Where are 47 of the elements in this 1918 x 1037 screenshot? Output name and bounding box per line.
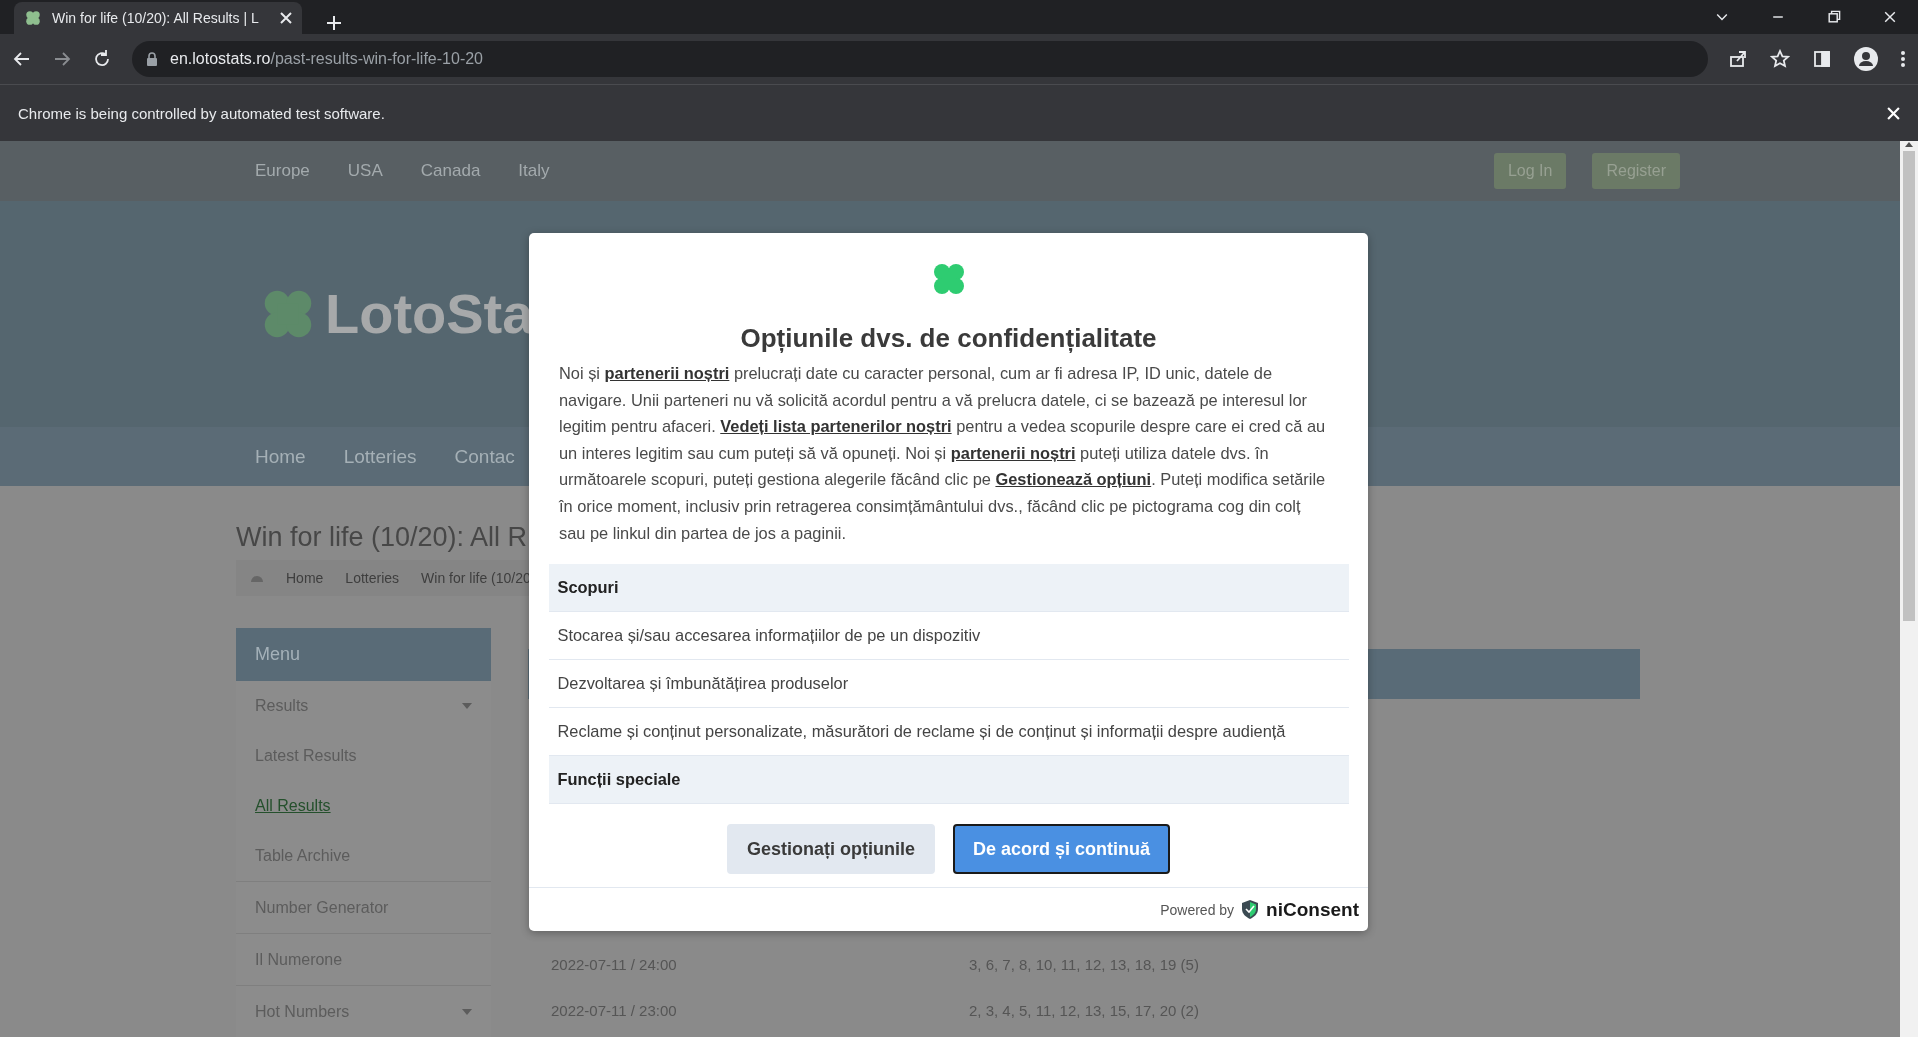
plus-icon[interactable] (326, 15, 342, 31)
browser-tab[interactable]: Win for life (10/20): All Results | L (14, 2, 302, 34)
section-header: Funcții speciale (548, 756, 1349, 805)
menu-header: Menu (236, 628, 491, 681)
close-icon[interactable] (280, 12, 292, 24)
section-header: Scopuri (548, 564, 1349, 613)
breadcrumb-link[interactable]: Lotteries (345, 570, 400, 586)
nav-link[interactable]: Home (255, 445, 306, 468)
text-link[interactable]: Vedeți lista partenerilor noștri (720, 417, 952, 436)
restore-icon[interactable] (1826, 9, 1842, 25)
purpose-item: Dezvoltarea și îmbunătățirea produselor (548, 660, 1349, 709)
region-link[interactable]: Europe (255, 160, 310, 181)
site-logo-text[interactable]: LotoSta (325, 281, 534, 347)
text-link[interactable]: Gestionează opțiuni (995, 470, 1152, 489)
consent-text: Noi și partenerii noștri prelucrați date cu caracter personal, cum ar fi adresa IP, ID unic, datele de navigare. Unii parteneri nu vă solicită acordul pentru a vă prelucra datele, ci se bazează pe interesul lor legitim pentru afaceri. Vedeți lista partenerilor noștri pentru a vedea scopurile despre care ei cred că au un interes legitim sau cum puteți să vă opuneți. Noi și partenerii noștri puteți utiliza datele dvs. în următoarele scopuri, puteți gestiona alegerile făcând clic pe Gestionează opțiuni. Puteți modifica setările în orice moment, inclusiv prin retragerea consimțământului dvs., făcând clic pe pictograma cog din colț sau pe linkul din partea de jos a paginii. (558, 363, 1327, 544)
text-link[interactable]: partenerii noștri (604, 364, 730, 382)
manage-options-button[interactable]: Gestionați opțiunile (726, 824, 935, 875)
address-bar[interactable]: en.lotostats.ro/past-results-win-for-life-10-20 (132, 41, 1708, 77)
share-icon[interactable] (1728, 49, 1748, 69)
scrollbar[interactable] (1900, 141, 1918, 1037)
shield-check-icon (1242, 900, 1259, 920)
breadcrumb-link[interactable]: Win for life (10/20 (421, 570, 531, 586)
reload-icon[interactable] (92, 49, 112, 69)
region-link[interactable]: Italy (518, 160, 550, 181)
text-link[interactable]: partenerii noștri (950, 443, 1076, 462)
page-title: Win for life (10/20): All R (236, 521, 528, 554)
region-link[interactable]: Canada (420, 160, 481, 181)
star-icon[interactable] (1770, 49, 1790, 69)
sidebar-icon[interactable] (1812, 49, 1832, 69)
close-icon[interactable] (1882, 9, 1898, 25)
lock-icon (146, 52, 158, 66)
brand-logo-text: niConsent (1266, 898, 1359, 921)
profile-icon[interactable] (1854, 47, 1878, 71)
nav-link[interactable]: Lotteries (343, 445, 417, 468)
purpose-item: Stocarea și/sau accesarea informațiilor de pe un dispozitiv (548, 612, 1349, 661)
dialog-title: Opțiunile dvs. de confidențialitate (740, 323, 1157, 354)
nav-link[interactable]: Contac (454, 445, 515, 468)
clover-icon (24, 9, 42, 27)
caret-icon (462, 703, 472, 709)
url-text: en.lotostats.ro/past-results-win-for-life-10-20 (170, 50, 483, 68)
caret-icon (462, 1008, 472, 1015)
accept-button[interactable]: De acord și continuă (953, 824, 1171, 875)
powered-by-label: Powered by (1160, 901, 1235, 918)
region-link[interactable]: USA (347, 160, 383, 181)
breadcrumb-link[interactable]: Home (286, 570, 324, 586)
menu-icon[interactable] (1900, 50, 1906, 68)
infobar-message: Chrome is being controlled by automated test software. (18, 104, 385, 122)
